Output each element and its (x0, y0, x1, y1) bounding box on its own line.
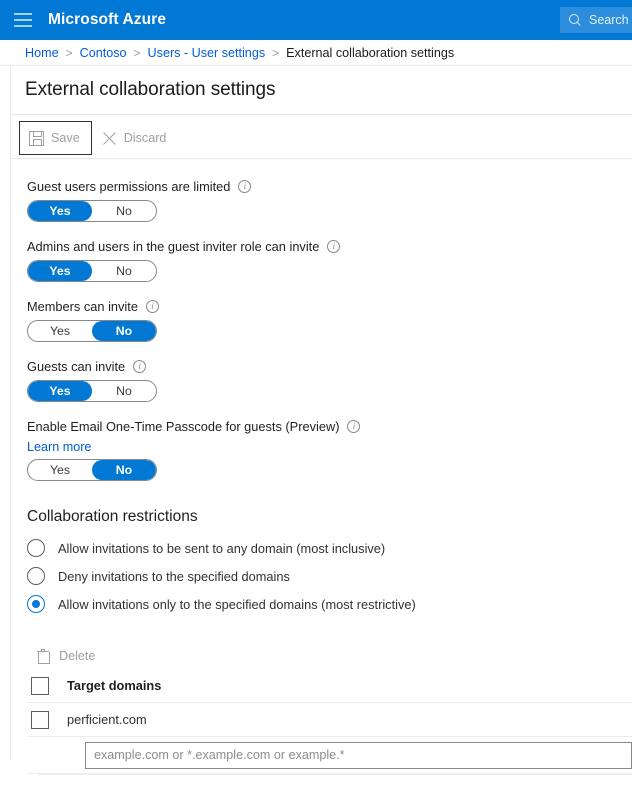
global-search-box[interactable]: Search (560, 7, 632, 33)
collaboration-restrictions-heading: Collaboration restrictions (27, 508, 198, 525)
toggle-option-no[interactable]: No (92, 261, 156, 281)
setting-label-text: Admins and users in the guest inviter ro… (27, 239, 320, 254)
radio-label: Allow invitations to be sent to any doma… (58, 540, 386, 556)
setting-label-text: Enable Email One-Time Passcode for guest… (27, 419, 340, 434)
delete-button-label: Delete (59, 649, 96, 663)
brand-title: Microsoft Azure (48, 11, 167, 28)
search-icon (569, 13, 582, 27)
toggle-option-no[interactable]: No (92, 381, 156, 401)
save-button[interactable]: Save (19, 121, 92, 155)
toggle-email-one-time-passcode[interactable]: Yes No (27, 459, 157, 481)
domain-value: perficient.com (67, 712, 147, 727)
breadcrumb-item-current: External collaboration settings (286, 45, 455, 60)
toggle-option-yes[interactable]: Yes (28, 201, 92, 221)
toggle-option-yes[interactable]: Yes (28, 460, 92, 480)
toggle-guests-can-invite[interactable]: Yes No (27, 380, 157, 402)
setting-label-text: Guests can invite (27, 359, 126, 374)
setting-admins-and-guest-inviter-role-can-invite: Admins and users in the guest inviter ro… (27, 239, 632, 282)
info-icon[interactable]: i (327, 240, 341, 253)
setting-label: Guests can invite i (27, 359, 632, 374)
left-gutter-divider (10, 66, 11, 760)
breadcrumb-separator: > (133, 45, 141, 60)
toggle-admins-and-guest-inviter-role-can-invite[interactable]: Yes No (27, 260, 157, 282)
setting-label-text: Members can invite (27, 299, 138, 314)
column-header-target-domains: Target domains (67, 678, 162, 693)
global-header: Microsoft Azure Search (0, 0, 632, 40)
delete-button[interactable]: Delete (27, 643, 95, 669)
save-icon (29, 130, 44, 146)
setting-guest-users-permissions-are-limited: Guest users permissions are limited i Ye… (27, 179, 632, 222)
setting-label: Guest users permissions are limited i (27, 179, 632, 194)
breadcrumb-item-user-settings[interactable]: Users - User settings (148, 46, 266, 60)
toggle-option-yes[interactable]: Yes (28, 381, 92, 401)
info-icon[interactable]: i (133, 360, 147, 373)
radio-label: Deny invitations to the specified domain… (58, 568, 290, 584)
radio-allow-only-specified-domains[interactable]: Allow invitations only to the specified … (27, 595, 416, 613)
breadcrumb: Home > Contoso > Users - User settings >… (0, 40, 632, 65)
new-domain-input[interactable] (85, 741, 632, 769)
toggle-guest-users-permissions-are-limited[interactable]: Yes No (27, 200, 157, 222)
save-button-label: Save (51, 131, 80, 145)
breadcrumb-separator: > (272, 45, 280, 60)
title-divider (11, 114, 632, 115)
toggle-option-no[interactable]: No (92, 321, 156, 341)
radio-allow-any-domain[interactable]: Allow invitations to be sent to any doma… (27, 539, 385, 557)
page-shell: External collaboration settings Save Dis… (0, 65, 632, 797)
new-domain-row (27, 737, 632, 774)
setting-label: Members can invite i (27, 299, 632, 314)
search-placeholder: Search (589, 13, 629, 27)
toggle-members-can-invite[interactable]: Yes No (27, 320, 157, 342)
breadcrumb-item-contoso[interactable]: Contoso (80, 46, 127, 60)
select-all-checkbox[interactable] (31, 676, 49, 695)
radio-deny-specified-domains[interactable]: Deny invitations to the specified domain… (27, 567, 290, 585)
info-icon[interactable]: i (238, 180, 252, 193)
row-checkbox[interactable] (31, 710, 49, 729)
setting-guests-can-invite: Guests can invite i Yes No (27, 359, 632, 402)
trash-icon (37, 649, 50, 664)
toggle-option-no[interactable]: No (92, 201, 156, 221)
radio-label: Allow invitations only to the specified … (58, 596, 416, 612)
command-bar: Save Discard (0, 118, 632, 158)
breadcrumb-separator: > (65, 45, 73, 60)
toggle-option-yes[interactable]: Yes (28, 321, 92, 341)
close-icon (102, 131, 117, 146)
setting-email-one-time-passcode: Enable Email One-Time Passcode for guest… (27, 419, 632, 481)
discard-button-label: Discard (123, 131, 167, 145)
table-header-row: Target domains (27, 669, 632, 703)
hamburger-icon[interactable] (14, 13, 32, 27)
breadcrumb-item-home[interactable]: Home (25, 46, 59, 60)
setting-label: Enable Email One-Time Passcode for guest… (27, 419, 632, 434)
radio-icon (27, 539, 45, 557)
radio-icon-selected (27, 595, 45, 613)
discard-button[interactable]: Discard (92, 121, 179, 155)
setting-label-text: Guest users permissions are limited (27, 179, 231, 194)
setting-label: Admins and users in the guest inviter ro… (27, 239, 632, 254)
settings-content: Guest users permissions are limited i Ye… (0, 159, 632, 775)
info-icon[interactable]: i (347, 420, 361, 433)
learn-more-link[interactable]: Learn more (27, 440, 91, 454)
info-icon[interactable]: i (145, 300, 159, 313)
table-bottom-divider (38, 774, 632, 775)
target-domains-table: Delete Target domains perficient.com (27, 643, 632, 775)
page-title: External collaboration settings (25, 79, 276, 100)
toggle-option-no[interactable]: No (92, 460, 156, 480)
table-row[interactable]: perficient.com (27, 703, 632, 737)
setting-members-can-invite: Members can invite i Yes No (27, 299, 632, 342)
toggle-option-yes[interactable]: Yes (28, 261, 92, 281)
radio-icon (27, 567, 45, 585)
